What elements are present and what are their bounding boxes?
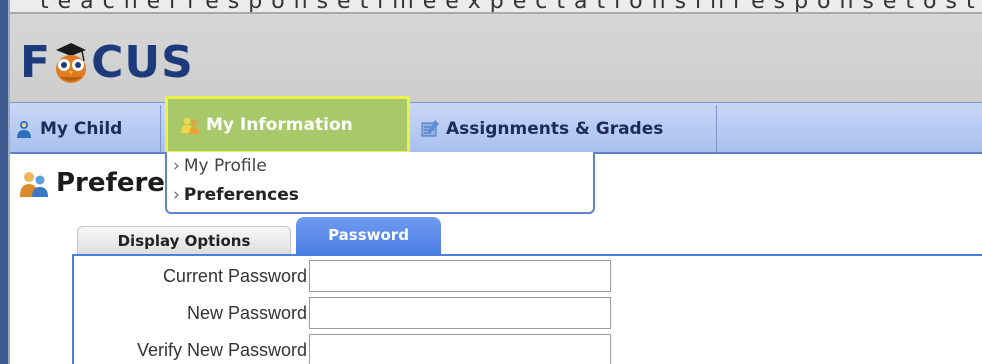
my-information-dropdown: › My Profile › Preferences [165, 152, 595, 214]
page-title: Prefere [56, 168, 165, 198]
tab-password-label: Password [328, 226, 409, 244]
assignments-icon [421, 120, 439, 137]
new-password-row: New Password [74, 297, 611, 329]
nav-my-information[interactable]: My Information [165, 96, 410, 154]
header: F CUS [10, 12, 982, 102]
caret-right-icon: › [173, 156, 180, 176]
focus-logo[interactable]: F CUS [20, 41, 194, 85]
dropdown-item-preferences-label: Preferences [183, 185, 299, 205]
window-left-edge [0, 0, 8, 364]
nav-assignments-grades-label: Assignments & Grades [446, 119, 664, 139]
current-password-row: Current Password [74, 260, 611, 292]
dropdown-item-preferences[interactable]: › Preferences [173, 185, 299, 205]
tab-display-options[interactable]: Display Options [77, 226, 291, 254]
tab-password[interactable]: Password [296, 217, 441, 255]
caret-right-icon: › [173, 185, 180, 205]
new-password-label: New Password [186, 302, 307, 323]
child-person-icon [17, 121, 31, 138]
dropdown-item-my-profile[interactable]: › My Profile [173, 156, 267, 176]
verify-new-password-input[interactable] [309, 334, 611, 364]
password-panel: Current Password New Password Verify New… [72, 254, 982, 364]
nav-separator [716, 105, 717, 153]
top-clipped-text-strip: t e a c h e r r e s p o n s e t i m e e … [10, 0, 982, 12]
nav-my-information-label: My Information [206, 115, 353, 135]
people-icon [181, 117, 199, 134]
new-password-input[interactable] [309, 297, 611, 329]
logo-text-f: F [20, 37, 52, 88]
current-password-label: Current Password [162, 265, 307, 286]
preferences-people-icon [20, 172, 48, 197]
dropdown-item-my-profile-label: My Profile [183, 156, 267, 176]
nav-assignments-grades[interactable]: Assignments & Grades [420, 105, 663, 153]
verify-password-row: Verify New Password [74, 334, 611, 364]
nav-separator [160, 105, 161, 153]
verify-new-password-label: Verify New Password [136, 339, 307, 360]
nav-my-child-label: My Child [40, 119, 123, 139]
logo-text-cus: CUS [91, 37, 194, 88]
tab-display-options-label: Display Options [117, 231, 251, 250]
page-title-row: Prefere [18, 168, 165, 198]
current-password-input[interactable] [309, 260, 611, 292]
top-clipped-text: t e a c h e r r e s p o n s e t i m e e … [40, 0, 982, 12]
nav-my-child[interactable]: My Child [14, 105, 122, 153]
main-nav: My Child My Information Assignments & Gr… [10, 96, 982, 154]
owl-mascot-icon [56, 43, 87, 83]
